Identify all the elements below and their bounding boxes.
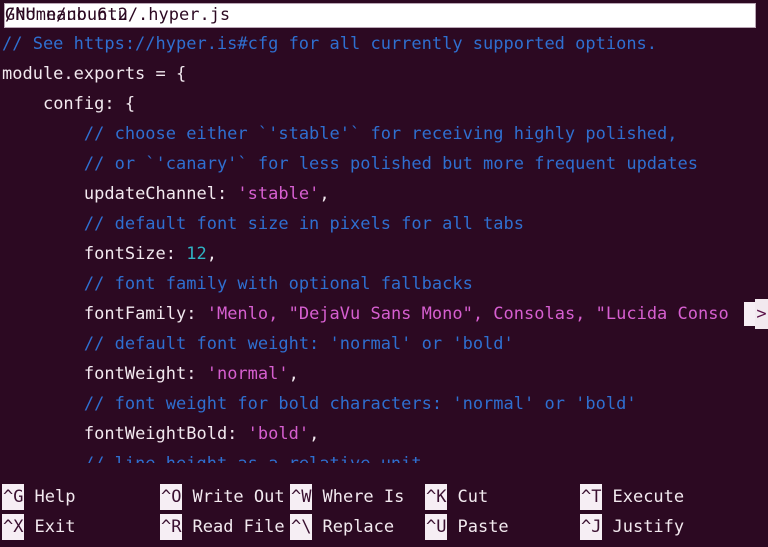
code-line[interactable]: // default font size in pixels for all t…	[0, 209, 768, 239]
code-token-number: 12	[186, 244, 207, 264]
code-line[interactable]: // See https://hyper.is#cfg for all curr…	[0, 29, 768, 59]
shortcut-label: Execute	[612, 487, 685, 507]
titlebar-filepath: /home/ubuntu/.hyper.js	[5, 5, 231, 25]
shortcut-justify[interactable]: ^J Justify	[580, 512, 684, 542]
code-token-plain: fontSize:	[83, 244, 187, 264]
code-token-comment: // default font weight: 'normal' or 'bol…	[83, 334, 514, 354]
shortcut-key: ^T	[580, 484, 603, 510]
code-token-string: 'Menlo, "DejaVu Sans Mono", Consolas, "L…	[206, 304, 729, 324]
nano-terminal-screen: GNU nano 6.2 /home/ubuntu/.hyper.js // S…	[0, 0, 768, 547]
shortcut-row-1: ^G Help ^O Write Out ^W Where Is ^K Cut ^T Execut…	[0, 482, 768, 512]
shortcut-read-file[interactable]: ^R Read File	[160, 512, 285, 542]
code-token-comment: // See https://hyper.is#cfg for all curr…	[2, 34, 658, 54]
shortcut-label: Replace	[322, 517, 395, 537]
code-token-punct: ,	[206, 244, 217, 264]
shortcut-label: Read File	[192, 517, 285, 537]
shortcut-key: ^X	[2, 514, 25, 540]
code-line[interactable]: fontFamily: 'Menlo, "DejaVu Sans Mono", …	[0, 299, 768, 329]
shortcut-exit[interactable]: ^X Exit	[2, 512, 75, 542]
shortcut-label: Justify	[612, 517, 685, 537]
text-cursor	[744, 302, 755, 326]
code-line[interactable]: updateChannel: 'stable',	[0, 179, 768, 209]
shortcut-where-is[interactable]: ^W Where Is	[290, 482, 404, 512]
shortcut-replace[interactable]: ^\ Replace	[290, 512, 394, 542]
code-line[interactable]: fontWeightBold: 'bold',	[0, 419, 768, 449]
shortcut-key: ^K	[425, 484, 448, 510]
line-continuation-marker: >	[755, 299, 768, 329]
code-token-plain: module.exports = {	[2, 64, 187, 84]
code-token-plain: fontWeightBold:	[83, 424, 248, 444]
shortcut-execute[interactable]: ^T Execute	[580, 482, 684, 512]
shortcut-key: ^W	[290, 484, 313, 510]
shortcut-key: ^J	[580, 514, 603, 540]
code-token-plain: updateChannel:	[83, 184, 238, 204]
shortcut-bar: ^G Help ^O Write Out ^W Where Is ^K Cut ^T Execut…	[0, 478, 768, 547]
editor-text-area[interactable]: // See https://hyper.is#cfg for all curr…	[0, 29, 768, 463]
shortcut-label: Write Out	[192, 487, 285, 507]
shortcut-write-out[interactable]: ^O Write Out	[160, 482, 285, 512]
shortcut-key: ^R	[160, 514, 183, 540]
shortcut-label: Paste	[457, 517, 509, 537]
code-token-comment: // font weight for bold characters: 'nor…	[83, 394, 637, 414]
titlebar: GNU nano 6.2 /home/ubuntu/.hyper.js	[4, 3, 756, 28]
code-token-punct: ,	[319, 184, 330, 204]
code-token-string: 'bold'	[247, 424, 310, 444]
code-line[interactable]: // font family with optional fallbacks	[0, 269, 768, 299]
shortcut-key: ^G	[2, 484, 25, 510]
shortcut-key: ^\	[290, 514, 313, 540]
code-token-comment: // line height as a relative unit	[84, 454, 422, 463]
shortcut-help[interactable]: ^G Help	[2, 482, 75, 512]
code-line[interactable]: config: {	[0, 89, 768, 119]
shortcut-label: Help	[34, 487, 76, 507]
code-line[interactable]: // choose either `'stable'` for receivin…	[0, 119, 768, 149]
code-token-plain: fontWeight:	[83, 364, 207, 384]
shortcut-label: Exit	[34, 517, 76, 537]
code-line[interactable]: fontSize: 12,	[0, 239, 768, 269]
code-token-string: 'normal'	[206, 364, 289, 384]
code-line[interactable]: // default font weight: 'normal' or 'bol…	[0, 329, 768, 359]
code-token-comment: // default font size in pixels for all t…	[83, 214, 524, 234]
code-token-string: 'stable'	[237, 184, 320, 204]
code-line[interactable]: // or `'canary'` for less polished but m…	[0, 149, 768, 179]
shortcut-row-2: ^X Exit ^R Read File ^\ Replace ^U Paste ^J Justi…	[0, 512, 768, 542]
code-token-punct: ,	[288, 364, 299, 384]
code-token-plain: config: {	[42, 94, 136, 114]
shortcut-key: ^U	[425, 514, 448, 540]
code-line[interactable]: module.exports = {	[0, 59, 768, 89]
shortcut-label: Cut	[457, 487, 489, 507]
shortcut-paste[interactable]: ^U Paste	[425, 512, 509, 542]
shortcut-cut[interactable]: ^K Cut	[425, 482, 488, 512]
code-line[interactable]: fontWeight: 'normal',	[0, 359, 768, 389]
code-token-comment: // font family with optional fallbacks	[83, 274, 473, 294]
code-token-plain: fontFamily:	[83, 304, 207, 324]
shortcut-key: ^O	[160, 484, 183, 510]
code-line[interactable]: // font weight for bold characters: 'nor…	[0, 389, 768, 419]
code-line[interactable]: // line height as a relative unit	[0, 449, 768, 463]
code-token-punct: ,	[309, 424, 320, 444]
code-token-comment: // choose either `'stable'` for receivin…	[83, 124, 678, 144]
shortcut-label: Where Is	[322, 487, 405, 507]
code-token-comment: // or `'canary'` for less polished but m…	[83, 154, 698, 174]
